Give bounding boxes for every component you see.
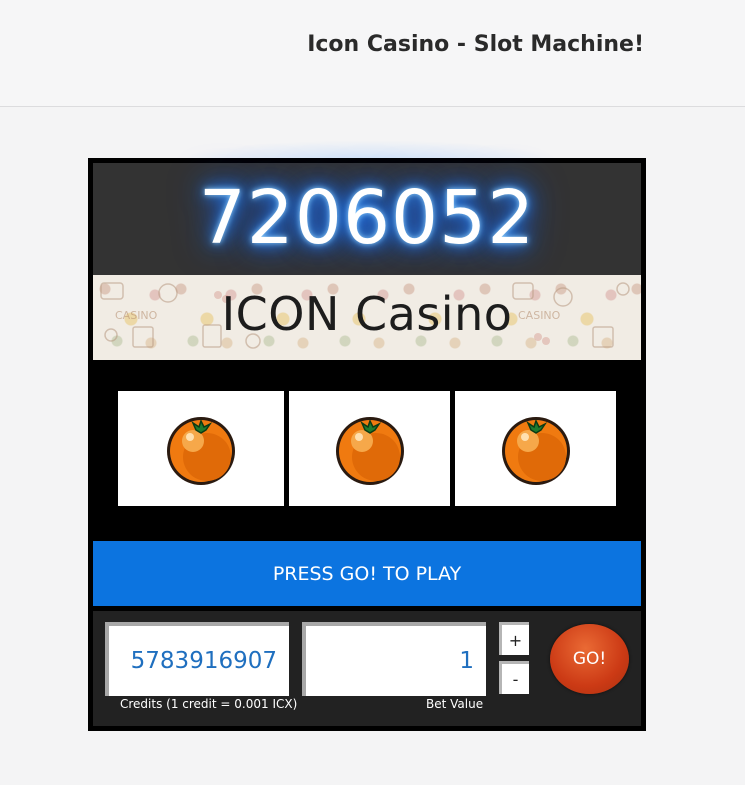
orange-icon xyxy=(332,411,408,487)
orange-icon xyxy=(163,411,239,487)
bet-value-label: Bet Value xyxy=(426,697,484,711)
slot-machine: 7206052 CASINO CASINO ICON Casino PRESS … xyxy=(88,158,646,731)
bet-increase-button[interactable]: + xyxy=(499,622,529,655)
orange-icon xyxy=(498,411,574,487)
credits-field: 5783916907 xyxy=(105,622,289,696)
reel-3 xyxy=(455,391,616,506)
jackpot-display: 7206052 xyxy=(93,163,641,275)
page-header: Icon Casino - Slot Machine! xyxy=(0,0,745,107)
bet-value-field[interactable]: 1 xyxy=(302,622,486,696)
reel-2 xyxy=(289,391,450,506)
banner-title: ICON Casino xyxy=(221,287,513,341)
status-message: PRESS GO! TO PLAY xyxy=(272,562,462,585)
casino-banner: CASINO CASINO ICON Casino xyxy=(93,275,641,360)
jackpot-value: 7206052 xyxy=(198,175,536,261)
go-button[interactable]: GO! xyxy=(550,624,629,694)
status-message-bar: PRESS GO! TO PLAY xyxy=(93,541,641,606)
credits-label: Credits (1 credit = 0.001 ICX) xyxy=(120,697,298,711)
reel-1 xyxy=(118,391,284,506)
control-panel: 5783916907 Credits (1 credit = 0.001 ICX… xyxy=(93,611,641,726)
page-title: Icon Casino - Slot Machine! xyxy=(307,32,644,57)
bet-decrease-button[interactable]: - xyxy=(499,661,529,694)
